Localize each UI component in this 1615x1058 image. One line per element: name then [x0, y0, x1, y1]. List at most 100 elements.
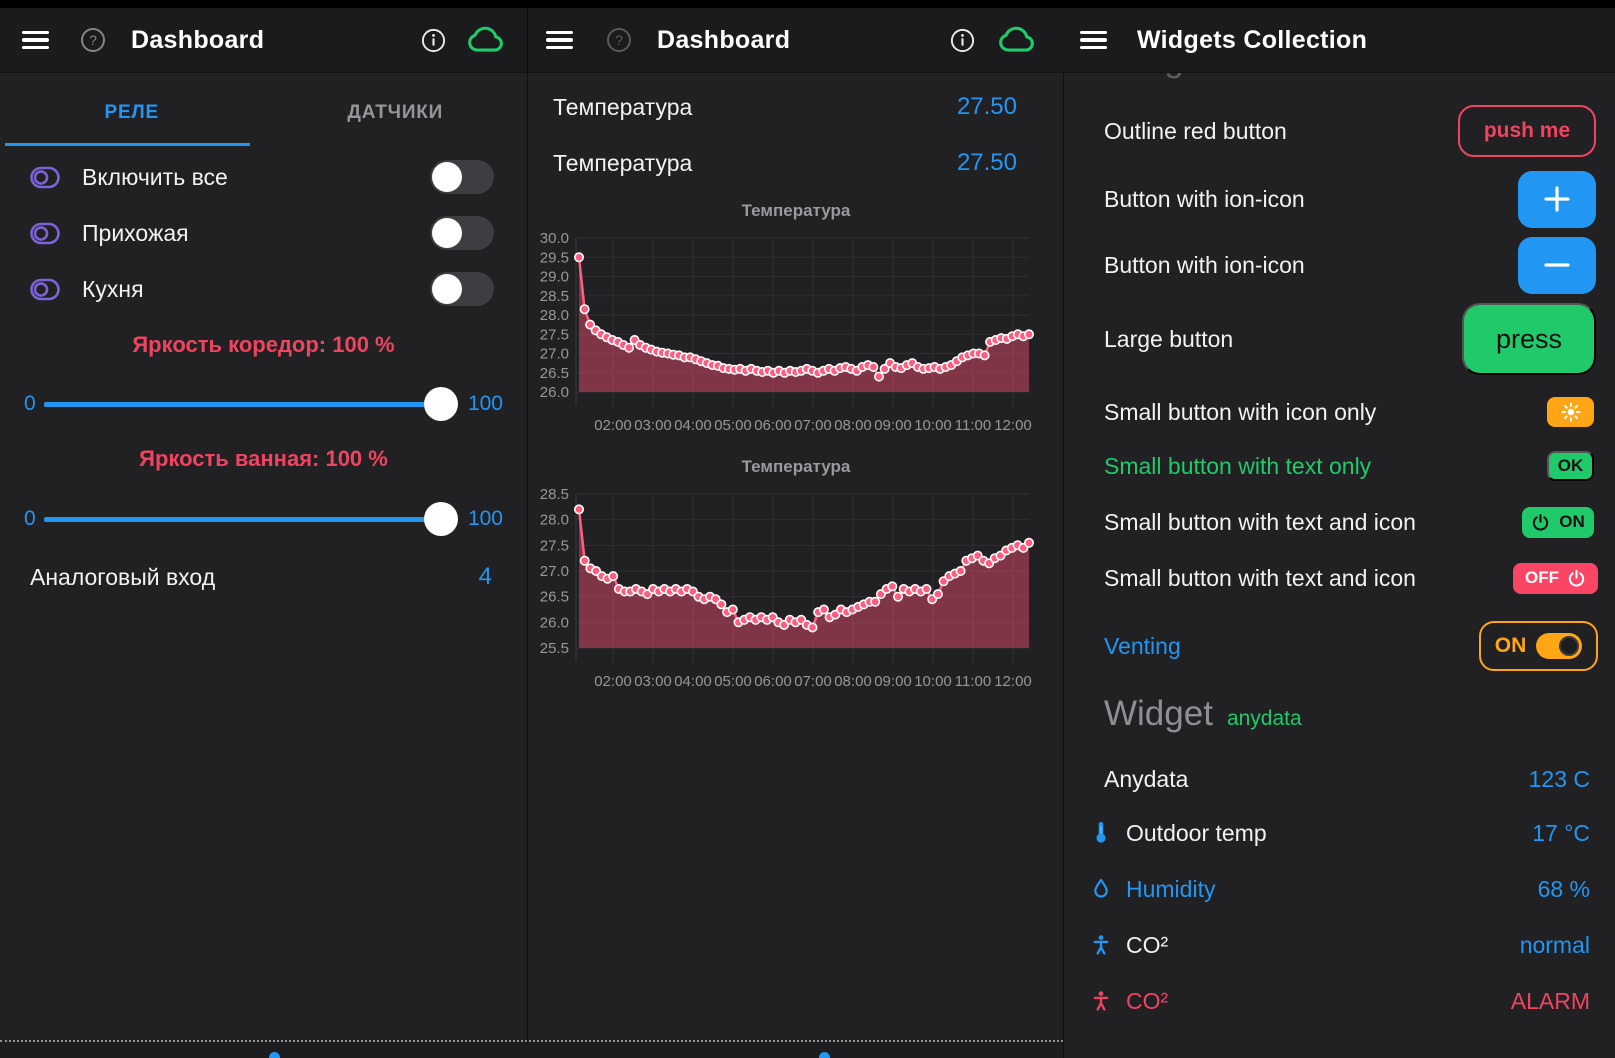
switch-row: Включить все	[0, 152, 527, 202]
widget-label: Small button with text only	[1104, 453, 1371, 480]
toggle-switch-kitchen[interactable]	[430, 272, 494, 306]
widget-row: Venting ON	[1064, 608, 1615, 684]
widget-label: Large button	[1104, 326, 1233, 353]
tab-relays[interactable]: РЕЛЕ	[0, 80, 264, 146]
svg-text:11:00: 11:00	[955, 417, 991, 434]
toggle-switch-hallway[interactable]	[430, 216, 494, 250]
menu-icon[interactable]	[22, 31, 49, 50]
person-icon	[1088, 933, 1114, 957]
co2-alarm-value: ALARM	[1511, 988, 1590, 1015]
relay-icon	[30, 278, 60, 301]
menu-icon[interactable]	[1080, 31, 1107, 50]
person-icon	[1088, 989, 1114, 1013]
svg-text:04:00: 04:00	[674, 417, 712, 434]
left-appbar: ? Dashboard	[0, 8, 527, 72]
info-icon[interactable]	[420, 27, 447, 54]
slider-max: 100	[468, 392, 503, 416]
humidity-value: 68 %	[1538, 876, 1590, 903]
svg-text:09:00: 09:00	[874, 417, 912, 434]
slider-max: 100	[468, 507, 503, 531]
brightness-slider-corridor: 0 100	[0, 380, 527, 428]
svg-text:26.0: 26.0	[540, 614, 569, 631]
svg-text:26.5: 26.5	[540, 365, 569, 382]
relay-icon	[30, 222, 60, 245]
press-button[interactable]: press	[1462, 303, 1596, 375]
svg-text:03:00: 03:00	[634, 417, 672, 434]
svg-text:28.0: 28.0	[540, 512, 569, 529]
sensors-dashboard-panel: ? Dashboard Температура 27.50 Температур…	[527, 0, 1064, 1058]
section-heading: Widget anydata	[1104, 694, 1302, 734]
tab-bar: РЕЛЕ ДАТЧИКИ	[0, 80, 527, 146]
analog-input-label: Аналоговый вход	[30, 564, 215, 591]
slider-label-corridor: Яркость коредор: 100 %	[0, 332, 527, 358]
svg-text:27.0: 27.0	[540, 346, 569, 363]
temperature-chart-1: Температура 30.029.529.028.528.027.527.0…	[528, 196, 1064, 443]
svg-text:10:00: 10:00	[914, 673, 952, 690]
info-icon[interactable]	[949, 27, 976, 54]
anydata-value: 123 C	[1529, 766, 1590, 793]
svg-text:06:00: 06:00	[754, 417, 792, 434]
switch-row: Прихожая	[0, 208, 527, 258]
svg-text:25.5: 25.5	[540, 640, 569, 657]
svg-text:02:00: 02:00	[594, 417, 632, 434]
switch-label: Включить все	[82, 164, 228, 191]
toggle-switch-all[interactable]	[430, 160, 494, 194]
venting-button[interactable]: ON	[1479, 621, 1598, 671]
svg-text:30.0: 30.0	[540, 232, 569, 247]
outdoor-temp-label: Outdoor temp	[1126, 820, 1267, 847]
svg-text:28.5: 28.5	[540, 488, 569, 503]
widget-row: Large button press	[1064, 298, 1615, 380]
widget-label: Small button with icon only	[1104, 399, 1376, 426]
svg-text:07:00: 07:00	[794, 417, 832, 434]
slider-track[interactable]	[40, 380, 464, 428]
plus-icon	[1540, 182, 1574, 216]
data-row: Outdoor temp 17 °C	[1064, 810, 1615, 856]
slider-min: 0	[24, 392, 36, 416]
tab-sensors[interactable]: ДАТЧИКИ	[264, 80, 528, 146]
cloud-status-icon	[468, 26, 505, 54]
help-icon[interactable]: ?	[605, 26, 633, 54]
svg-text:27.0: 27.0	[540, 563, 569, 580]
venting-toggle[interactable]	[1536, 633, 1582, 659]
sun-button[interactable]	[1547, 397, 1594, 427]
temperature-chart-plot: 28.528.027.527.026.526.025.502:0003:0004…	[528, 488, 1064, 694]
svg-text:07:00: 07:00	[794, 673, 832, 690]
help-icon[interactable]: ?	[79, 26, 107, 54]
ok-button[interactable]: OK	[1547, 451, 1594, 481]
slider-track[interactable]	[40, 495, 464, 543]
droplet-icon	[1088, 877, 1114, 901]
menu-icon[interactable]	[546, 31, 573, 50]
anydata-label: Anydata	[1104, 766, 1188, 793]
screen: ? Dashboard РЕЛЕ ДАТЧИКИ Включить все	[0, 0, 1615, 1058]
widget-label: Small button with text and icon	[1104, 509, 1416, 536]
data-row: CO² normal	[1064, 922, 1615, 968]
outdoor-temp-value: 17 °C	[1532, 820, 1590, 847]
brightness-slider-bathroom: 0 100	[0, 495, 527, 543]
on-button[interactable]: ON	[1522, 507, 1594, 538]
temperature-label: Температура	[553, 94, 692, 121]
section-title: Widget	[1104, 694, 1213, 734]
switch-label: Прихожая	[82, 220, 189, 247]
slider-knob[interactable]	[424, 502, 458, 536]
slider-knob[interactable]	[424, 387, 458, 421]
widget-row: Small button with text only OK	[1064, 440, 1615, 492]
push-me-button[interactable]: push me	[1458, 105, 1596, 157]
widget-row: Button with ion-icon	[1064, 232, 1615, 298]
analog-input-value: 4	[479, 563, 492, 591]
data-row: CO² ALARM	[1064, 978, 1615, 1024]
widget-label: Button with ion-icon	[1104, 186, 1305, 213]
widget-row: Small button with icon only	[1064, 386, 1615, 438]
data-row: Humidity 68 %	[1064, 866, 1615, 912]
power-icon	[1531, 513, 1550, 532]
off-button[interactable]: OFF	[1513, 563, 1598, 594]
co2-label: CO²	[1126, 932, 1168, 959]
cloud-status-icon	[999, 26, 1036, 54]
plus-button[interactable]	[1518, 171, 1596, 228]
right-appbar: Widgets Collection	[1064, 8, 1615, 72]
svg-text:27.5: 27.5	[540, 326, 569, 343]
page-title: Dashboard	[657, 26, 790, 55]
power-icon	[1567, 569, 1586, 588]
temperature-row: Температура 27.50	[528, 140, 1064, 186]
minus-button[interactable]	[1518, 237, 1596, 294]
svg-text:02:00: 02:00	[594, 673, 632, 690]
